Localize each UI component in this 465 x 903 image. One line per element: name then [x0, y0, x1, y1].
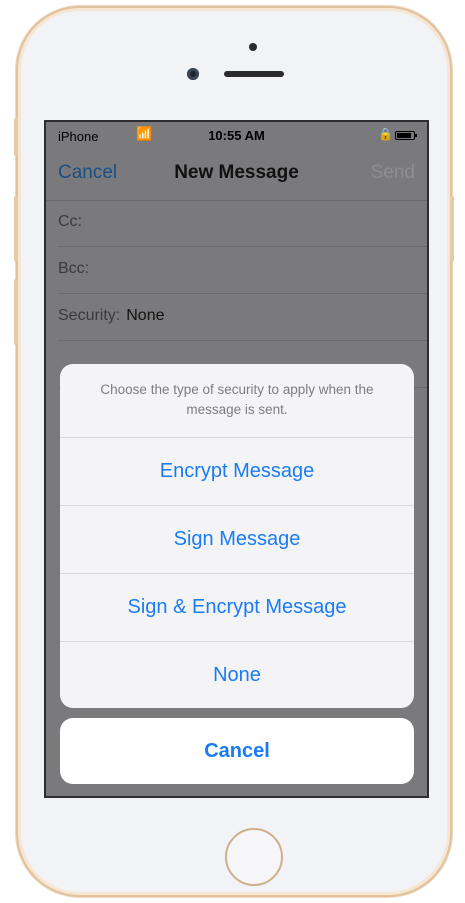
- bcc-field[interactable]: Bcc:: [58, 247, 427, 294]
- nav-send-button[interactable]: Send: [371, 162, 415, 184]
- earpiece-speaker: [224, 71, 284, 77]
- volume-down-button: [14, 279, 18, 345]
- security-label: Security:: [58, 307, 121, 324]
- security-field[interactable]: Security: None: [58, 294, 427, 341]
- screen: iPhone 📶 10:55 AM 🔒 Cancel New Message S…: [44, 120, 429, 798]
- bcc-label: Bcc:: [58, 260, 90, 277]
- security-action-sheet: Choose the type of security to apply whe…: [60, 364, 414, 708]
- security-value: None: [126, 307, 165, 324]
- cc-label: Cc:: [58, 213, 82, 230]
- mute-switch: [14, 118, 18, 156]
- proximity-sensor: [249, 43, 257, 51]
- action-sheet-cancel-button[interactable]: Cancel: [60, 718, 414, 784]
- cc-field[interactable]: Cc:: [58, 200, 427, 247]
- power-button: [450, 196, 454, 262]
- navigation-bar: Cancel New Message Send: [46, 148, 427, 201]
- status-time: 10:55 AM: [208, 128, 265, 143]
- front-camera: [187, 68, 199, 80]
- encrypt-message-button[interactable]: Encrypt Message: [60, 438, 414, 506]
- sign-encrypt-message-button[interactable]: Sign & Encrypt Message: [60, 574, 414, 642]
- nav-cancel-button[interactable]: Cancel: [58, 162, 117, 184]
- status-bar: iPhone 📶 10:55 AM 🔒: [46, 122, 427, 148]
- rotation-lock-icon: 🔒: [378, 127, 393, 141]
- home-button[interactable]: [225, 828, 283, 886]
- action-sheet-message: Choose the type of security to apply whe…: [60, 364, 414, 438]
- battery-icon: [395, 131, 417, 140]
- volume-up-button: [14, 196, 18, 262]
- sign-message-button[interactable]: Sign Message: [60, 506, 414, 574]
- none-button[interactable]: None: [60, 642, 414, 708]
